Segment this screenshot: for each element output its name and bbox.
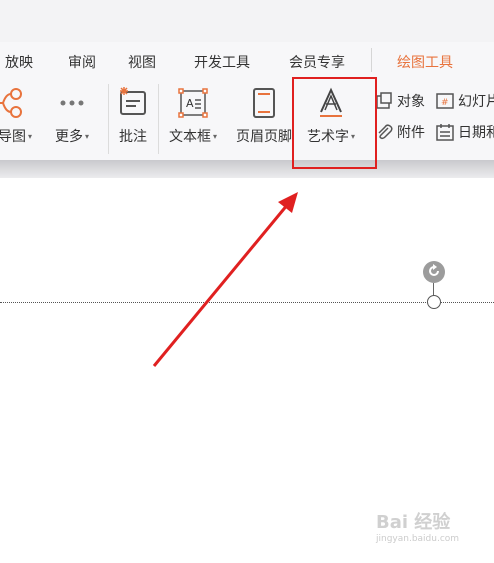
annotation-arrow	[152, 192, 298, 367]
watermark-url: jingyan.baidu.com	[376, 534, 460, 544]
watermark: Bai 经验 jingyan.baidu.com	[376, 508, 459, 544]
watermark-logo: Bai 经验	[376, 512, 451, 533]
